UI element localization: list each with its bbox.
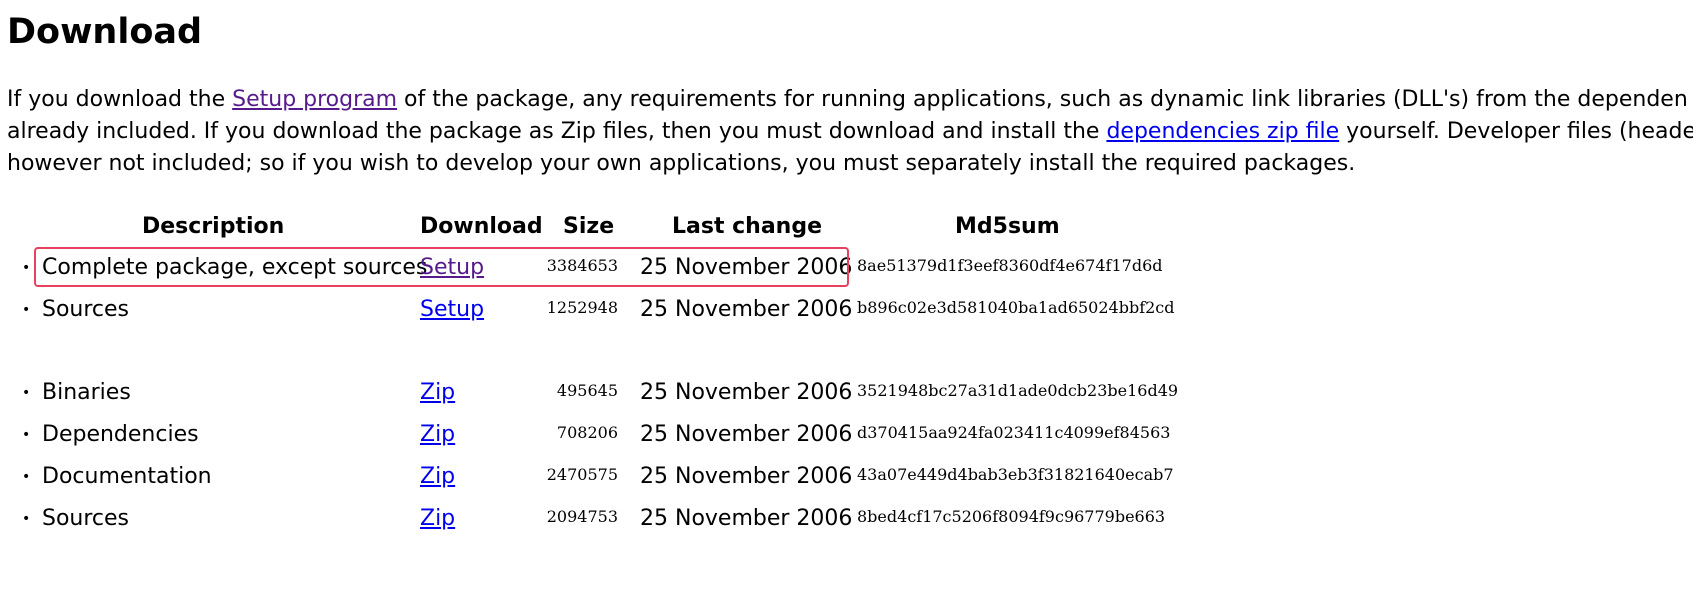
- row-md5sum: 8bed4cf17c5206f8094f9c96779be663: [857, 507, 1166, 526]
- row-md5sum: 3521948bc27a31d1ade0dcb23be16d49: [857, 381, 1179, 400]
- intro-paragraph: If you download the Setup program of the…: [7, 84, 1693, 180]
- row-last-change: 25 November 2006: [640, 297, 853, 322]
- table-row: • Documentation Zip 2470575 25 November …: [0, 457, 1693, 497]
- bullet: •: [22, 469, 31, 485]
- download-link[interactable]: Zip: [420, 499, 455, 539]
- intro-text: already included. If you download the pa…: [7, 119, 1107, 144]
- row-size: 2094753: [546, 507, 618, 526]
- intro-line-3: however not included; so if you wish to …: [7, 151, 1356, 176]
- intro-line-1: If you download the Setup program of the…: [7, 84, 1693, 116]
- row-description: Sources: [42, 297, 130, 322]
- row-last-change: 25 November 2006: [640, 380, 853, 405]
- dependencies-zip-link[interactable]: dependencies zip file: [1106, 119, 1339, 144]
- download-link[interactable]: Zip: [420, 415, 455, 455]
- bullet: •: [22, 302, 31, 318]
- row-description: Sources: [42, 506, 130, 531]
- download-link[interactable]: Zip: [420, 373, 455, 413]
- row-description: Documentation: [42, 464, 212, 489]
- row-description: Binaries: [42, 380, 131, 405]
- bullet: •: [22, 511, 31, 527]
- intro-text: yourself. Developer files (heade: [1339, 119, 1693, 144]
- table-row: • Complete package, except sources Setup…: [0, 248, 1693, 288]
- page-title: Download: [7, 12, 203, 52]
- row-size: 1252948: [546, 298, 618, 317]
- table-header: Description Download Size Last change Md…: [0, 209, 1693, 245]
- row-size: 3384653: [546, 256, 618, 275]
- header-download: Download: [420, 214, 543, 239]
- table-row: • Sources Zip 2094753 25 November 2006 8…: [0, 499, 1693, 539]
- download-link[interactable]: Zip: [420, 457, 455, 497]
- intro-line-2: already included. If you download the pa…: [7, 116, 1693, 148]
- row-size: 708206: [556, 423, 618, 442]
- row-last-change: 25 November 2006: [640, 255, 853, 280]
- header-md5sum: Md5sum: [955, 214, 1060, 239]
- table-row: • Sources Setup 1252948 25 November 2006…: [0, 290, 1693, 330]
- row-last-change: 25 November 2006: [640, 422, 853, 447]
- header-size: Size: [563, 214, 615, 239]
- header-last-change: Last change: [672, 214, 823, 239]
- row-description: Complete package, except sources: [42, 255, 428, 280]
- download-link[interactable]: Setup: [420, 290, 484, 330]
- download-link[interactable]: Setup: [420, 248, 484, 288]
- row-md5sum: d370415aa924fa023411c4099ef84563: [857, 423, 1171, 442]
- bullet: •: [22, 260, 31, 276]
- table-row: • Binaries Zip 495645 25 November 2006 3…: [0, 373, 1693, 413]
- setup-program-link[interactable]: Setup program: [232, 87, 397, 112]
- row-last-change: 25 November 2006: [640, 464, 853, 489]
- row-description: Dependencies: [42, 422, 199, 447]
- intro-text: If you download the: [7, 87, 233, 112]
- row-md5sum: b896c02e3d581040ba1ad65024bbf2cd: [857, 298, 1175, 317]
- table-row: • Dependencies Zip 708206 25 November 20…: [0, 415, 1693, 455]
- header-description: Description: [142, 214, 285, 239]
- row-last-change: 25 November 2006: [640, 506, 853, 531]
- bullet: •: [22, 427, 31, 443]
- intro-text: of the package, any requirements for run…: [397, 87, 1688, 112]
- row-md5sum: 8ae51379d1f3eef8360df4e674f17d6d: [857, 256, 1163, 275]
- row-md5sum: 43a07e449d4bab3eb3f31821640ecab7: [857, 465, 1174, 484]
- download-page: Download If you download the Setup progr…: [0, 0, 1693, 589]
- bullet: •: [22, 385, 31, 401]
- row-size: 2470575: [546, 465, 618, 484]
- row-size: 495645: [556, 381, 618, 400]
